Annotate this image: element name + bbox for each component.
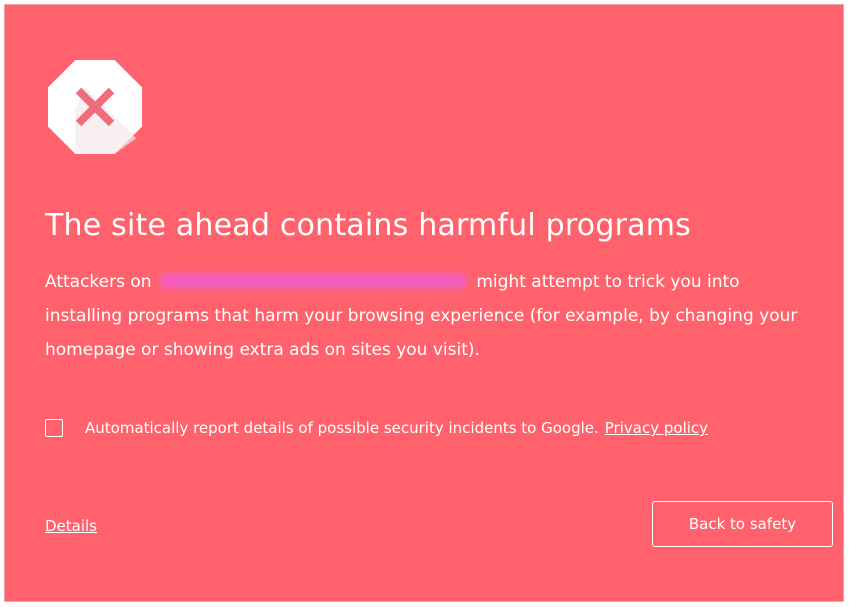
report-option: Automatically report details of possible… [45, 416, 708, 440]
report-checkbox[interactable] [45, 419, 63, 437]
description-start: Attackers on [45, 272, 152, 292]
warning-description: Attackers on might attempt to trick you … [45, 265, 805, 367]
back-to-safety-button[interactable]: Back to safety [652, 501, 833, 547]
malware-warning-page: The site ahead contains harmful programs… [4, 4, 844, 602]
warning-octagon-x-icon [47, 59, 143, 155]
page-title: The site ahead contains harmful programs [45, 208, 691, 243]
privacy-policy-link[interactable]: Privacy policy [605, 419, 708, 437]
details-link[interactable]: Details [45, 515, 97, 537]
report-checkbox-label: Automatically report details of possible… [85, 419, 599, 437]
blurred-site-url [158, 273, 467, 289]
